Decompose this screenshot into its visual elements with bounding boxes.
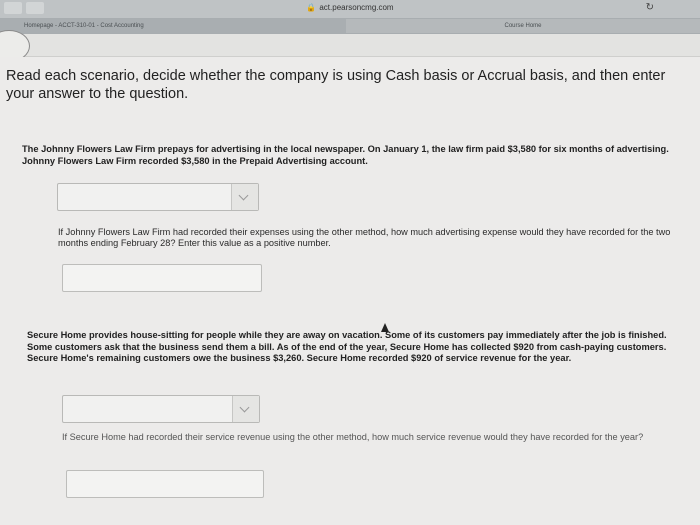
- scenario-1-question: If Johnny Flowers Law Firm had recorded …: [58, 227, 671, 248]
- question-content: Read each scenario, decide whether the c…: [0, 57, 700, 525]
- tab-homepage[interactable]: Homepage - ACCT-310-01 - Cost Accounting: [0, 19, 369, 33]
- scenario-2-basis-select[interactable]: [62, 395, 260, 423]
- scenario-2-answer-input[interactable]: [66, 470, 264, 498]
- reload-icon[interactable]: ↻: [646, 2, 654, 13]
- browser-toolbar: 🔒 act.pearsoncmg.com ↻: [0, 0, 700, 19]
- tab-homepage-label: Homepage - ACCT-310-01 - Cost Accounting: [24, 23, 144, 29]
- instructions-line-1: Read each scenario, decide whether the c…: [6, 68, 666, 84]
- lock-icon: 🔒: [306, 3, 317, 12]
- tab-strip: Homepage - ACCT-310-01 - Cost Accounting…: [0, 18, 700, 34]
- chevron-down-icon[interactable]: [232, 396, 259, 422]
- chevron-down-icon[interactable]: [231, 184, 258, 210]
- scenario-1-basis-select[interactable]: [57, 183, 259, 211]
- tab-course-home[interactable]: Course Home: [346, 19, 700, 33]
- tab-course-home-label: Course Home: [504, 23, 542, 29]
- mouse-cursor-icon: [381, 323, 389, 332]
- scenario-2-question: If Secure Home had recorded their servic…: [62, 432, 644, 442]
- scenario-1-answer-input[interactable]: [62, 264, 262, 292]
- instructions-text: Read each scenario, decide whether the c…: [6, 67, 700, 103]
- address-bar[interactable]: 🔒 act.pearsoncmg.com: [0, 3, 700, 12]
- instructions-line-2: your answer to the question.: [6, 86, 189, 102]
- url-text: act.pearsoncmg.com: [319, 3, 394, 12]
- scenario-1-text: The Johnny Flowers Law Firm prepays for …: [22, 144, 669, 166]
- question-nav-bar: [0, 30, 700, 62]
- scenario-2-text: Secure Home provides house-sitting for p…: [27, 330, 667, 363]
